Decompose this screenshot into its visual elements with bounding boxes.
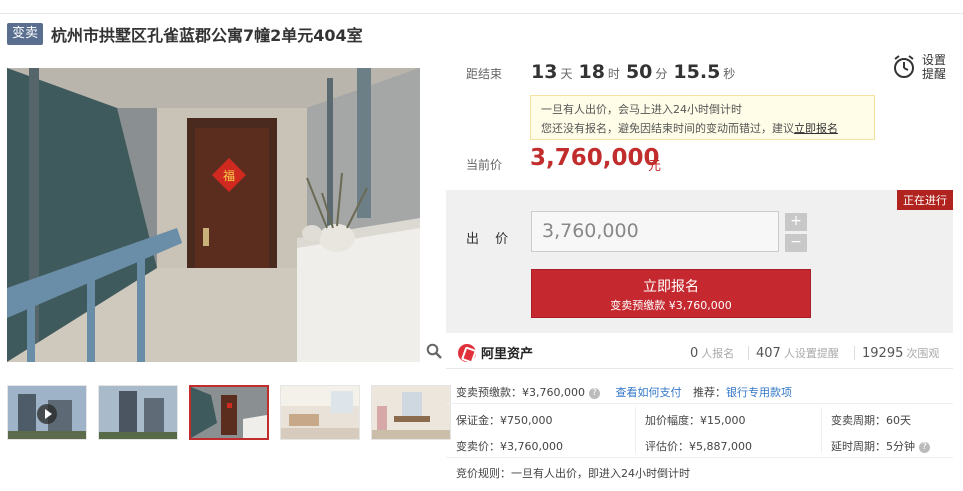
bid-notice: 一旦有人出价，会马上进入24小时倒计时 您还没有报名，避免因结束时间的变动而错过…	[530, 95, 875, 140]
countdown-timer: 13 天 18 时 50 分 15.5 秒	[531, 61, 741, 83]
photo-hallway-door: 福	[7, 68, 420, 362]
ali-assets-label: 阿里资产	[481, 347, 534, 362]
current-price-unit: 元	[648, 159, 662, 174]
set-reminder-label: 设置提醒	[922, 53, 947, 81]
deposit-info: 变卖预缴款：¥3,760,000	[456, 386, 585, 399]
stats-row: 阿里资产 0 人报名 407 人设置提醒 19295 次围观	[446, 335, 953, 369]
divider	[446, 457, 953, 458]
help-icon[interactable]: ?	[919, 441, 930, 453]
countdown-hours: 18	[578, 61, 605, 83]
countdown-minutes: 50	[625, 61, 653, 83]
guarantee-info: 保证金：¥750,000	[456, 414, 553, 427]
stat-divider	[854, 346, 855, 360]
bid-amount-input[interactable]: 3,760,000	[531, 211, 779, 252]
bank-payment-link[interactable]: 银行专用款项	[726, 386, 792, 399]
svg-text:福: 福	[223, 168, 235, 183]
reminders-stat: 407 人设置提醒	[756, 345, 839, 361]
stat-divider	[748, 346, 749, 360]
notice-line-1: 一旦有人出价，会马上进入24小时倒计时	[541, 103, 742, 116]
thumbnail-hallway[interactable]	[189, 385, 269, 440]
column-divider	[635, 407, 636, 453]
increment-info: 加价幅度：¥15,000	[645, 414, 746, 427]
thumbnail-living-room[interactable]	[280, 385, 360, 440]
main-property-photo[interactable]: 福	[7, 68, 420, 362]
thumbnail-strip	[7, 385, 462, 440]
notice-line-2-text: 您还没有报名，避免因结束时间的变动而错过，建议	[541, 122, 794, 135]
sale-price-info: 变卖价：¥3,760,000	[456, 440, 563, 453]
countdown-days-unit: 天	[560, 67, 573, 81]
bidding-rule-info: 竞价规则：一旦有人出价，即进入24小时倒计时	[456, 467, 690, 480]
column-divider	[821, 407, 822, 453]
decrease-bid-button[interactable]: −	[785, 234, 807, 252]
increase-bid-button[interactable]: +	[785, 213, 807, 231]
reminders-count: 407	[756, 346, 781, 361]
appraisal-info: 评估价：¥5,887,000	[645, 440, 752, 453]
title-row: 变卖 杭州市拱墅区孔雀蓝郡公寓7幢2单元404室	[7, 22, 363, 46]
views-label: 次围观	[906, 347, 940, 360]
thumbnail-video[interactable]	[7, 385, 87, 440]
signup-button-deposit: 变卖预缴款 ¥3,760,000	[610, 299, 732, 312]
how-to-pay-link[interactable]: 查看如何支付	[615, 386, 681, 399]
extension-row: 延时周期：5分钟?	[831, 438, 930, 454]
bid-box: 正在进行 出 价 3,760,000 + − 立即报名 变卖预缴款 ¥3,760…	[446, 190, 953, 333]
play-icon	[37, 404, 57, 424]
period-info: 变卖周期：60天	[831, 414, 911, 427]
signups-count: 0	[690, 346, 699, 361]
deposit-row: 变卖预缴款：¥3,760,000? 查看如何支付 推荐：银行专用款项	[456, 384, 792, 400]
page-title: 杭州市拱墅区孔雀蓝郡公寓7幢2单元404室	[51, 26, 363, 45]
alarm-clock-icon	[894, 55, 914, 78]
countdown-minutes-unit: 分	[655, 67, 668, 81]
extension-info: 延时周期：5分钟	[831, 440, 915, 453]
current-price-value: 3,760,000	[530, 145, 660, 171]
top-divider	[0, 13, 963, 14]
reminders-label: 人设置提醒	[783, 347, 839, 360]
signup-button[interactable]: 立即报名 变卖预缴款 ¥3,760,000	[531, 269, 811, 318]
ali-assets-icon	[458, 343, 476, 362]
countdown-seconds: 15.5	[673, 61, 721, 83]
countdown-days: 13	[531, 61, 558, 83]
signup-button-label: 立即报名	[643, 279, 699, 295]
views-stat: 19295 次围观	[862, 345, 939, 361]
divider	[446, 403, 953, 404]
recommend-label: 推荐：	[692, 386, 726, 399]
countdown-label: 距结束	[466, 67, 503, 81]
notice-signup-link[interactable]: 立即报名	[794, 122, 838, 135]
status-badge: 正在进行	[897, 190, 953, 210]
views-count: 19295	[862, 346, 904, 361]
current-price-label: 当前价	[466, 158, 503, 172]
zoom-icon[interactable]	[426, 343, 442, 359]
set-reminder-button[interactable]: 设置提醒	[892, 53, 948, 81]
bid-label: 出 价	[466, 232, 515, 247]
thumbnail-building[interactable]	[98, 385, 178, 440]
signups-stat: 0 人报名	[690, 345, 734, 361]
ali-assets-logo: 阿里资产	[458, 343, 533, 362]
help-icon[interactable]: ?	[588, 387, 600, 399]
signups-label: 人报名	[701, 347, 735, 360]
sale-type-badge: 变卖	[7, 23, 44, 45]
notice-line-2: 您还没有报名，避免因结束时间的变动而错过，建议立即报名	[541, 119, 864, 138]
countdown-seconds-unit: 秒	[723, 67, 736, 81]
countdown-hours-unit: 时	[607, 67, 620, 81]
thumbnail-dining-room[interactable]	[371, 385, 451, 440]
auction-page: 变卖 杭州市拱墅区孔雀蓝郡公寓7幢2单元404室 福 距结束 13 天 18 时…	[0, 0, 963, 491]
